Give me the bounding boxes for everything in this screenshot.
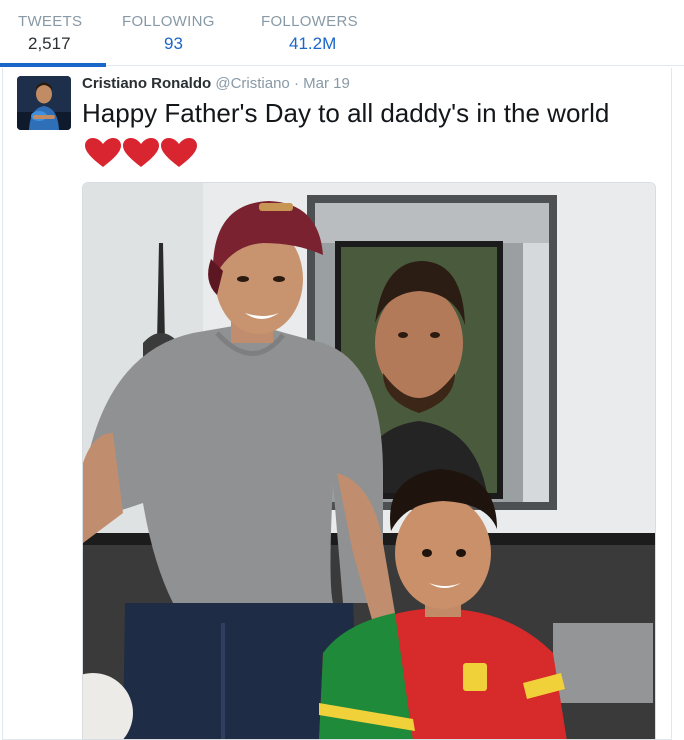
following-count: 93 <box>164 34 183 53</box>
profile-stats-bar: TWEETS 2,517 FOLLOWING 93 FOLLOWERS 41.2… <box>0 0 684 67</box>
avatar-image <box>17 76 71 130</box>
tweets-count: 2,517 <box>28 34 71 53</box>
following-label: FOLLOWING <box>122 13 215 30</box>
tweet-header: Cristiano Ronaldo @Cristiano · Mar 19 <box>82 75 350 92</box>
tweets-stat[interactable]: TWEETS 2,517 <box>0 0 106 67</box>
tweets-label: TWEETS <box>18 13 83 30</box>
tweet-text: Happy Father's Day to all daddy's in the… <box>82 96 662 169</box>
photo-father-son-portrait <box>83 183 655 739</box>
followers-count: 41.2M <box>289 34 337 53</box>
red-heart-icon <box>123 138 159 168</box>
author-name[interactable]: Cristiano Ronaldo <box>82 75 211 92</box>
author-username[interactable]: @Cristiano <box>215 75 289 92</box>
tweet-text-content: Happy Father's Day to all daddy's in the… <box>82 98 610 128</box>
red-heart-icon <box>161 138 197 168</box>
avatar[interactable] <box>17 76 71 130</box>
tweet-photo[interactable] <box>82 182 656 740</box>
active-tab-indicator <box>0 63 106 67</box>
followers-stat[interactable]: FOLLOWERS 41.2M <box>261 0 381 66</box>
followers-label: FOLLOWERS <box>261 13 358 30</box>
red-heart-icon <box>85 138 121 168</box>
heart-emoji-group <box>84 134 198 169</box>
tweet-timestamp[interactable]: Mar 19 <box>303 75 350 92</box>
tweet[interactable]: Cristiano Ronaldo @Cristiano · Mar 19 Ha… <box>2 68 672 740</box>
header-separator: · <box>293 75 299 92</box>
following-stat[interactable]: FOLLOWING 93 <box>122 0 234 66</box>
